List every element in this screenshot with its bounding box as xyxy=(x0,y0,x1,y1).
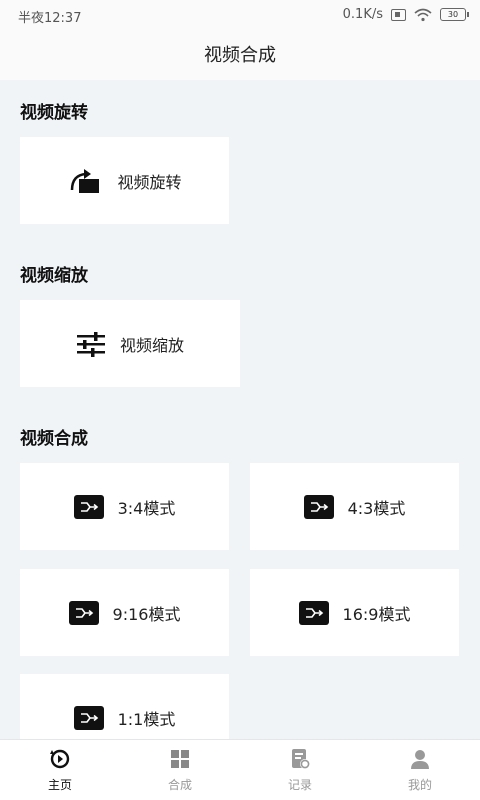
rotate-video-label: 视频旋转 xyxy=(117,172,182,192)
merge-icon xyxy=(68,600,99,625)
tab-profile-label: 我的 xyxy=(407,778,432,792)
merge-mode-3-4-card[interactable]: 3:4模式 xyxy=(20,463,229,550)
merge-mode-4-3-card[interactable]: 4:3模式 xyxy=(250,463,459,550)
status-right: 0.1K/s 30 xyxy=(342,7,469,22)
page-header: 视频合成 xyxy=(0,30,480,80)
wifi-icon xyxy=(414,8,432,21)
page-title: 视频合成 xyxy=(204,45,276,66)
section-title-rotate: 视频旋转 xyxy=(20,103,88,123)
tab-compose[interactable]: 合成 xyxy=(120,740,240,800)
profile-icon xyxy=(411,750,429,769)
tab-records[interactable]: 记录 xyxy=(240,740,360,800)
battery-level: 30 xyxy=(447,10,459,19)
merge-mode-label: 9:16模式 xyxy=(112,604,181,624)
tab-home[interactable]: 主页 xyxy=(0,740,120,800)
battery-icon: 30 xyxy=(440,8,469,21)
merge-mode-label: 3:4模式 xyxy=(117,498,176,518)
merge-mode-16-9-card[interactable]: 16:9模式 xyxy=(250,569,459,656)
merge-mode-label: 4:3模式 xyxy=(347,498,406,518)
tab-records-label: 记录 xyxy=(287,778,312,792)
status-time: 半夜12:37 xyxy=(18,11,82,26)
merge-icon xyxy=(73,494,104,519)
network-speed: 0.1K/s xyxy=(342,7,383,22)
tab-profile[interactable]: 我的 xyxy=(360,740,480,800)
merge-mode-9-16-card[interactable]: 9:16模式 xyxy=(20,569,229,656)
rotate-icon xyxy=(71,168,100,193)
grid-icon xyxy=(171,750,189,768)
tab-compose-label: 合成 xyxy=(167,778,192,792)
bottom-tab-bar: 主页 合成 记录 我的 xyxy=(0,739,480,800)
merge-icon xyxy=(298,600,329,625)
sliders-icon xyxy=(76,331,105,357)
merge-icon xyxy=(303,494,334,519)
merge-icon xyxy=(73,705,104,730)
scale-video-label: 视频缩放 xyxy=(119,335,184,355)
section-title-merge: 视频合成 xyxy=(20,429,88,449)
scale-video-card[interactable]: 视频缩放 xyxy=(20,300,240,387)
merge-mode-label: 16:9模式 xyxy=(342,604,411,624)
sim-icon xyxy=(391,8,406,21)
home-icon xyxy=(50,749,70,769)
record-icon xyxy=(292,749,310,769)
rotate-video-card[interactable]: 视频旋转 xyxy=(20,137,229,224)
status-bar: 半夜12:37 0.1K/s 30 xyxy=(0,0,480,30)
merge-mode-label: 1:1模式 xyxy=(117,709,176,729)
section-title-scale: 视频缩放 xyxy=(20,266,88,286)
tab-home-label: 主页 xyxy=(47,778,72,792)
